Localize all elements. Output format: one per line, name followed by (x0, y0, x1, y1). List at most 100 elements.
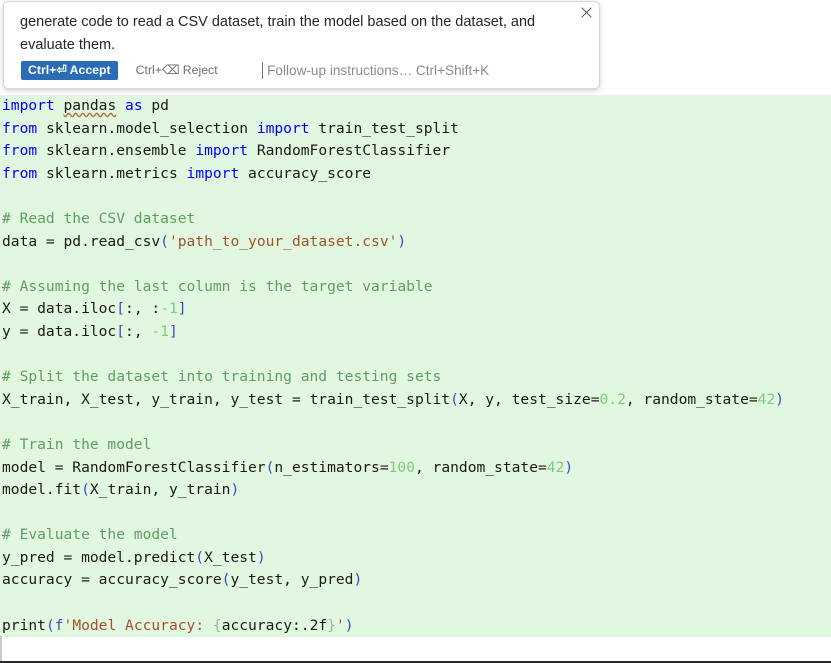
followup-input[interactable]: Follow-up instructions… Ctrl+Shift+K (261, 60, 489, 81)
code-line[interactable]: X_train, X_test, y_train, y_test = train… (0, 389, 831, 412)
code-token: sklearn.model_selection (37, 119, 257, 137)
editor-empty-trailing-line[interactable] (0, 637, 831, 661)
code-editor[interactable]: import pandas as pd from sklearn.model_se… (0, 95, 831, 661)
code-token: f (54, 616, 64, 634)
code-token: ) (397, 232, 407, 250)
code-token: ( (160, 232, 169, 250)
code-line[interactable]: # Assuming the last column is the target… (0, 276, 831, 299)
code-token: train_test_split (309, 119, 459, 137)
code-token: [ (116, 300, 126, 318)
code-token: data = pd.read_csv (2, 232, 161, 250)
code-token: model = RandomForestClassifier (2, 458, 266, 476)
code-token: 100 (388, 458, 415, 476)
code-token: accuracy = accuracy_score (2, 571, 222, 589)
code-line[interactable]: model.fit(X_train, y_train) (0, 479, 831, 502)
code-token: from (2, 164, 38, 182)
code-line[interactable] (0, 344, 831, 367)
code-line[interactable]: # Read the CSV dataset (0, 208, 831, 231)
close-icon[interactable] (576, 3, 596, 21)
code-token: n_estimators= (274, 458, 389, 476)
code-token: pandas (63, 97, 117, 114)
text-caret (261, 62, 264, 79)
code-token: X_train, X_test, y_train, y_test = train… (2, 390, 451, 408)
code-token: import (195, 142, 249, 160)
code-token: import (2, 97, 55, 114)
code-token: import (256, 119, 310, 137)
code-token: ' (335, 616, 345, 634)
code-line[interactable]: data = pd.read_csv('path_to_your_dataset… (0, 231, 831, 254)
code-line[interactable]: from sklearn.ensemble import RandomFores… (0, 140, 831, 163)
code-line[interactable]: # Split the dataset into training and te… (0, 366, 831, 389)
code-token: ( (450, 390, 459, 408)
code-token: RandomForestClassifier (248, 142, 451, 160)
code-line[interactable]: # Train the model (0, 434, 831, 457)
code-token: 'path_to_your_dataset.csv' (168, 232, 398, 250)
editor-window: import pandas as pd from sklearn.model_se… (0, 0, 831, 663)
code-token: from (2, 119, 38, 137)
code-line[interactable] (0, 592, 831, 615)
code-line[interactable] (0, 502, 831, 525)
code-token: # Assuming the last column is the target… (2, 277, 433, 295)
code-token: ) (256, 548, 266, 566)
popup-action-bar: Ctrl+⏎ Accept Ctrl+⌫ Reject Follow-up in… (21, 60, 489, 81)
code-token: y_test, y_pred (230, 571, 354, 589)
code-line[interactable]: import pandas as pd (0, 95, 831, 118)
code-token: accuracy_score (239, 164, 372, 182)
code-token: ) (230, 481, 240, 499)
inline-chat-popup: generate code to read a CSV dataset, tra… (3, 1, 600, 89)
reject-button[interactable]: Ctrl+⌫ Reject (130, 61, 224, 80)
followup-placeholder[interactable]: Follow-up instructions… Ctrl+Shift+K (267, 61, 489, 80)
code-token: as (125, 97, 143, 114)
code-line[interactable]: from sklearn.metrics import accuracy_sco… (0, 163, 831, 186)
code-token: sklearn.metrics (37, 164, 187, 182)
code-token: # Train the model (2, 435, 152, 453)
code-token: # Evaluate the model (2, 526, 178, 544)
code-token: ) (344, 616, 354, 634)
code-token: 'Model Accuracy: (63, 616, 213, 634)
code-token: X, y, test_size= (458, 390, 600, 408)
code-line[interactable] (0, 185, 831, 208)
code-token: pd (142, 97, 169, 114)
code-token: y = data.iloc (2, 322, 117, 340)
code-line[interactable]: # Evaluate the model (0, 524, 831, 547)
code-token: , random_state= (625, 390, 758, 408)
code-token: -1 (151, 322, 169, 340)
code-line[interactable]: accuracy = accuracy_score(y_test, y_pred… (0, 569, 831, 592)
code-token: X = data.iloc (2, 300, 117, 318)
code-token: [ (116, 322, 126, 340)
code-token: :, (125, 322, 152, 340)
code-token: ( (195, 548, 205, 566)
code-token: ] (177, 300, 187, 318)
code-token: } (327, 616, 336, 634)
code-token: -1 (160, 300, 178, 318)
code-line[interactable]: X = data.iloc[:, :-1] (0, 298, 831, 321)
code-token: 42 (546, 458, 565, 476)
code-token: # Split the dataset into training and te… (2, 368, 442, 386)
code-token: ) (564, 458, 574, 476)
code-token: ) (353, 571, 363, 589)
code-line[interactable] (0, 411, 831, 434)
code-token: ( (81, 481, 90, 499)
code-line[interactable]: from sklearn.model_selection import trai… (0, 118, 831, 141)
code-line[interactable]: y = data.iloc[:, -1] (0, 321, 831, 344)
accept-button[interactable]: Ctrl+⏎ Accept (21, 61, 118, 80)
code-line[interactable]: print(f'Model Accuracy: {accuracy:.2f}') (0, 615, 831, 638)
prompt-text: generate code to read a CSV dataset, tra… (20, 14, 536, 53)
code-token: ) (775, 390, 785, 408)
code-line[interactable]: model = RandomForestClassifier(n_estimat… (0, 457, 831, 480)
code-token: model.fit (2, 481, 82, 499)
code-token: import (186, 164, 240, 182)
code-token: { (212, 616, 222, 634)
code-token: 42 (757, 390, 776, 408)
code-token: print (2, 616, 46, 634)
code-line[interactable]: y_pred = model.predict(X_test) (0, 547, 831, 570)
code-token: accuracy:.2f (221, 616, 328, 634)
code-token: from (2, 142, 38, 160)
code-token: :, : (125, 300, 161, 318)
code-line[interactable] (0, 253, 831, 276)
code-token: X_train, y_train (89, 481, 231, 499)
diff-added-block[interactable]: import pandas as pd from sklearn.model_se… (0, 95, 831, 638)
code-token: X_test (204, 548, 257, 566)
